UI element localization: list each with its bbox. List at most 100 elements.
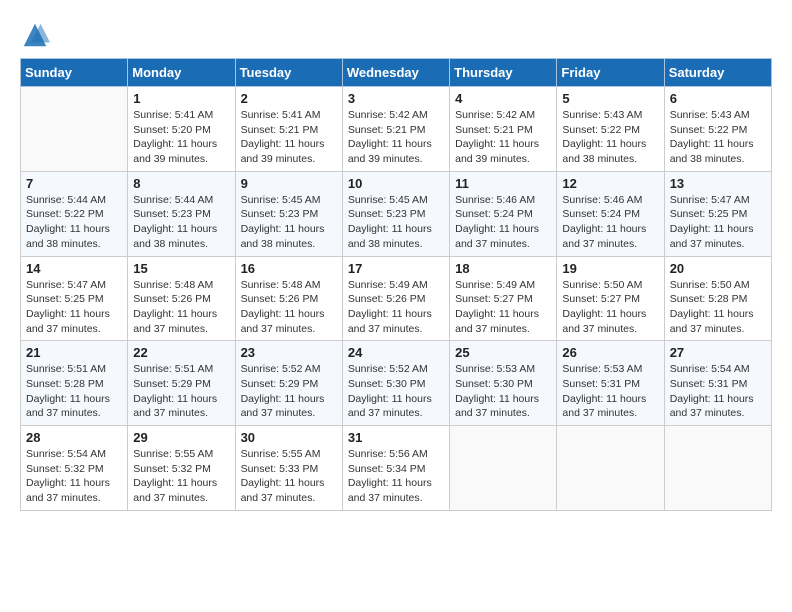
day-number: 14 (26, 261, 122, 276)
header-sunday: Sunday (21, 59, 128, 87)
day-number: 1 (133, 91, 229, 106)
day-number: 7 (26, 176, 122, 191)
day-info: Sunrise: 5:43 AMSunset: 5:22 PMDaylight:… (670, 108, 766, 167)
calendar-cell: 8 Sunrise: 5:44 AMSunset: 5:23 PMDaylight… (128, 171, 235, 256)
page-header (20, 20, 772, 50)
calendar-cell (21, 87, 128, 172)
calendar-cell: 10 Sunrise: 5:45 AMSunset: 5:23 PMDayligh… (342, 171, 449, 256)
day-number: 30 (241, 430, 337, 445)
calendar-cell: 2 Sunrise: 5:41 AMSunset: 5:21 PMDaylight… (235, 87, 342, 172)
calendar-cell: 18 Sunrise: 5:49 AMSunset: 5:27 PMDayligh… (450, 256, 557, 341)
header-monday: Monday (128, 59, 235, 87)
day-number: 26 (562, 345, 658, 360)
day-number: 2 (241, 91, 337, 106)
calendar-table: SundayMondayTuesdayWednesdayThursdayFrid… (20, 58, 772, 511)
calendar-cell: 28 Sunrise: 5:54 AMSunset: 5:32 PMDayligh… (21, 426, 128, 511)
calendar-cell (450, 426, 557, 511)
day-info: Sunrise: 5:44 AMSunset: 5:22 PMDaylight:… (26, 193, 122, 252)
header-wednesday: Wednesday (342, 59, 449, 87)
calendar-cell: 20 Sunrise: 5:50 AMSunset: 5:28 PMDayligh… (664, 256, 771, 341)
calendar-week-5: 28 Sunrise: 5:54 AMSunset: 5:32 PMDayligh… (21, 426, 772, 511)
day-number: 18 (455, 261, 551, 276)
day-number: 9 (241, 176, 337, 191)
calendar-cell: 9Sunrise: 5:45 AMSunset: 5:23 PMDaylight… (235, 171, 342, 256)
calendar-cell: 26 Sunrise: 5:53 AMSunset: 5:31 PMDayligh… (557, 341, 664, 426)
logo-icon (20, 20, 50, 50)
calendar-cell (557, 426, 664, 511)
day-number: 20 (670, 261, 766, 276)
calendar-cell: 23 Sunrise: 5:52 AMSunset: 5:29 PMDayligh… (235, 341, 342, 426)
calendar-cell: 27 Sunrise: 5:54 AMSunset: 5:31 PMDayligh… (664, 341, 771, 426)
day-number: 25 (455, 345, 551, 360)
header-friday: Friday (557, 59, 664, 87)
calendar-cell: 16 Sunrise: 5:48 AMSunset: 5:26 PMDayligh… (235, 256, 342, 341)
day-info: Sunrise: 5:51 AMSunset: 5:29 PMDaylight:… (133, 362, 229, 421)
day-info: Sunrise: 5:48 AMSunset: 5:26 PMDaylight:… (241, 278, 337, 337)
day-info: Sunrise: 5:44 AMSunset: 5:23 PMDaylight:… (133, 193, 229, 252)
header-saturday: Saturday (664, 59, 771, 87)
day-info: Sunrise: 5:55 AMSunset: 5:32 PMDaylight:… (133, 447, 229, 506)
calendar-cell: 22 Sunrise: 5:51 AMSunset: 5:29 PMDayligh… (128, 341, 235, 426)
day-number: 16 (241, 261, 337, 276)
day-number: 23 (241, 345, 337, 360)
day-info: Sunrise: 5:42 AMSunset: 5:21 PMDaylight:… (455, 108, 551, 167)
calendar-header-row: SundayMondayTuesdayWednesdayThursdayFrid… (21, 59, 772, 87)
calendar-week-1: 1 Sunrise: 5:41 AMSunset: 5:20 PMDaylight… (21, 87, 772, 172)
calendar-cell: 31Sunrise: 5:56 AMSunset: 5:34 PMDayligh… (342, 426, 449, 511)
day-number: 5 (562, 91, 658, 106)
day-number: 27 (670, 345, 766, 360)
logo (20, 20, 54, 50)
calendar-week-4: 21 Sunrise: 5:51 AMSunset: 5:28 PMDayligh… (21, 341, 772, 426)
day-info: Sunrise: 5:55 AMSunset: 5:33 PMDaylight:… (241, 447, 337, 506)
day-number: 11 (455, 176, 551, 191)
day-number: 21 (26, 345, 122, 360)
day-number: 6 (670, 91, 766, 106)
day-info: Sunrise: 5:47 AMSunset: 5:25 PMDaylight:… (26, 278, 122, 337)
calendar-cell: 13 Sunrise: 5:47 AMSunset: 5:25 PMDayligh… (664, 171, 771, 256)
day-number: 15 (133, 261, 229, 276)
calendar-week-3: 14 Sunrise: 5:47 AMSunset: 5:25 PMDayligh… (21, 256, 772, 341)
day-info: Sunrise: 5:42 AMSunset: 5:21 PMDaylight:… (348, 108, 444, 167)
calendar-cell: 19Sunrise: 5:50 AMSunset: 5:27 PMDayligh… (557, 256, 664, 341)
calendar-week-2: 7 Sunrise: 5:44 AMSunset: 5:22 PMDaylight… (21, 171, 772, 256)
day-number: 8 (133, 176, 229, 191)
header-thursday: Thursday (450, 59, 557, 87)
calendar-cell: 1 Sunrise: 5:41 AMSunset: 5:20 PMDaylight… (128, 87, 235, 172)
calendar-cell: 7 Sunrise: 5:44 AMSunset: 5:22 PMDaylight… (21, 171, 128, 256)
day-info: Sunrise: 5:51 AMSunset: 5:28 PMDaylight:… (26, 362, 122, 421)
day-number: 13 (670, 176, 766, 191)
calendar-cell: 29 Sunrise: 5:55 AMSunset: 5:32 PMDayligh… (128, 426, 235, 511)
day-info: Sunrise: 5:52 AMSunset: 5:30 PMDaylight:… (348, 362, 444, 421)
day-info: Sunrise: 5:47 AMSunset: 5:25 PMDaylight:… (670, 193, 766, 252)
day-info: Sunrise: 5:43 AMSunset: 5:22 PMDaylight:… (562, 108, 658, 167)
day-info: Sunrise: 5:46 AMSunset: 5:24 PMDaylight:… (562, 193, 658, 252)
day-number: 29 (133, 430, 229, 445)
calendar-cell: 11 Sunrise: 5:46 AMSunset: 5:24 PMDayligh… (450, 171, 557, 256)
day-info: Sunrise: 5:54 AMSunset: 5:32 PMDaylight:… (26, 447, 122, 506)
calendar-cell: 3 Sunrise: 5:42 AMSunset: 5:21 PMDaylight… (342, 87, 449, 172)
day-number: 28 (26, 430, 122, 445)
day-info: Sunrise: 5:48 AMSunset: 5:26 PMDaylight:… (133, 278, 229, 337)
day-info: Sunrise: 5:41 AMSunset: 5:20 PMDaylight:… (133, 108, 229, 167)
day-number: 31 (348, 430, 444, 445)
day-info: Sunrise: 5:49 AMSunset: 5:27 PMDaylight:… (455, 278, 551, 337)
day-info: Sunrise: 5:45 AMSunset: 5:23 PMDaylight:… (348, 193, 444, 252)
calendar-cell: 6 Sunrise: 5:43 AMSunset: 5:22 PMDaylight… (664, 87, 771, 172)
calendar-cell: 12Sunrise: 5:46 AMSunset: 5:24 PMDayligh… (557, 171, 664, 256)
day-info: Sunrise: 5:41 AMSunset: 5:21 PMDaylight:… (241, 108, 337, 167)
day-number: 10 (348, 176, 444, 191)
day-number: 22 (133, 345, 229, 360)
calendar-cell: 4Sunrise: 5:42 AMSunset: 5:21 PMDaylight… (450, 87, 557, 172)
day-info: Sunrise: 5:49 AMSunset: 5:26 PMDaylight:… (348, 278, 444, 337)
day-info: Sunrise: 5:46 AMSunset: 5:24 PMDaylight:… (455, 193, 551, 252)
calendar-cell: 5 Sunrise: 5:43 AMSunset: 5:22 PMDaylight… (557, 87, 664, 172)
day-number: 17 (348, 261, 444, 276)
day-info: Sunrise: 5:50 AMSunset: 5:28 PMDaylight:… (670, 278, 766, 337)
calendar-cell: 14 Sunrise: 5:47 AMSunset: 5:25 PMDayligh… (21, 256, 128, 341)
day-info: Sunrise: 5:53 AMSunset: 5:31 PMDaylight:… (562, 362, 658, 421)
day-info: Sunrise: 5:52 AMSunset: 5:29 PMDaylight:… (241, 362, 337, 421)
day-info: Sunrise: 5:54 AMSunset: 5:31 PMDaylight:… (670, 362, 766, 421)
day-number: 3 (348, 91, 444, 106)
calendar-cell: 25Sunrise: 5:53 AMSunset: 5:30 PMDayligh… (450, 341, 557, 426)
calendar-cell (664, 426, 771, 511)
